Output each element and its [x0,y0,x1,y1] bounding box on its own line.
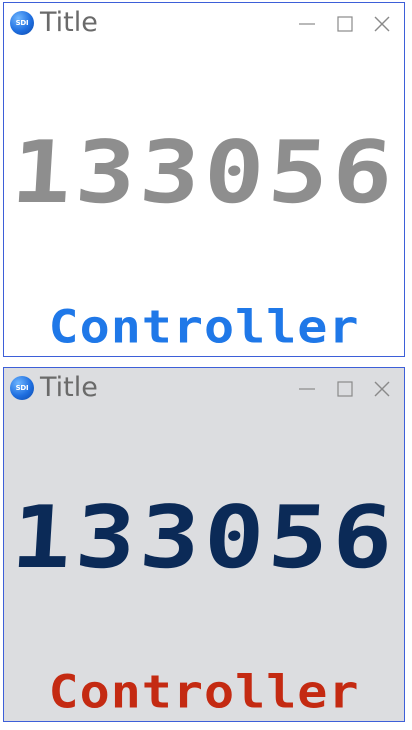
minimize-icon [299,388,315,390]
window-title: Title [40,7,98,38]
controller-label: Controller [48,300,360,354]
maximize-icon [337,381,353,397]
close-icon [374,16,390,32]
minimize-button[interactable] [294,11,320,37]
maximize-button[interactable] [332,11,358,37]
title-bar[interactable]: SDI Title [4,368,404,408]
controller-label: Controller [48,665,360,719]
counter-value: 133056 [8,122,400,223]
app-logo-icon: SDI [10,376,34,400]
title-bar[interactable]: SDI Title [4,3,404,43]
close-icon [374,381,390,397]
close-button[interactable] [369,11,395,37]
window-title: Title [40,372,98,403]
window-bottom: SDI Title 133056 Controller [3,367,405,722]
maximize-button[interactable] [332,376,358,402]
close-button[interactable] [369,376,395,402]
counter-value: 133056 [8,487,400,588]
app-logo-icon: SDI [10,11,34,35]
minimize-icon [299,23,315,25]
minimize-button[interactable] [294,376,320,402]
maximize-icon [337,16,353,32]
window-top: SDI Title 133056 Controller [3,2,405,357]
